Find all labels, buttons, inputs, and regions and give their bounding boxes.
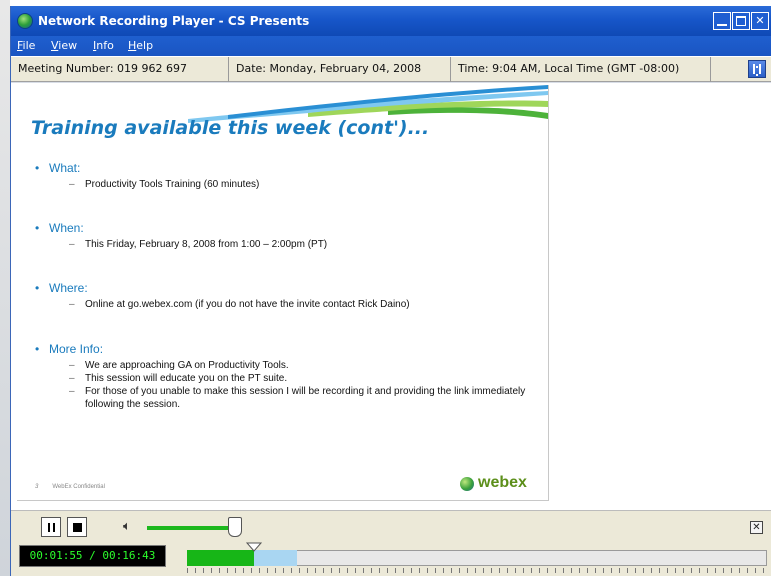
close-controls-button[interactable]: ✕ <box>750 521 763 534</box>
seek-bar-thumb[interactable] <box>246 542 262 552</box>
slide-section-what: • What: – Productivity Tools Training (60 … <box>35 161 260 190</box>
title-bar[interactable]: Network Recording Player - CS Presents ✕ <box>11 6 771 36</box>
time-display: 00:01:55 / 00:16:43 <box>19 545 166 567</box>
menu-info-label: nfo <box>96 39 114 52</box>
close-window-button[interactable]: ✕ <box>751 12 769 30</box>
menu-file[interactable]: File <box>17 39 35 52</box>
webex-logo-text: webex <box>478 474 527 491</box>
webex-globe-icon <box>460 477 474 491</box>
close-icon: ✕ <box>755 14 765 27</box>
menu-help-label: elp <box>136 39 154 52</box>
section-item: For those of you unable to make this ses… <box>85 386 526 410</box>
stop-icon <box>73 523 82 532</box>
minimize-button[interactable] <box>713 12 731 30</box>
volume-slider-thumb[interactable] <box>228 517 242 537</box>
bullet-icon: • <box>35 161 40 175</box>
player-window: Network Recording Player - CS Presents ✕… <box>10 6 771 576</box>
slide-page-number: 3 <box>35 484 39 490</box>
slide-section-more-info: • More Info: – We are approaching GA on Pr… <box>35 342 526 410</box>
slide-footer: 3 WebEx Confidential <box>35 484 105 490</box>
close-x-icon: ✕ <box>752 522 761 533</box>
menu-bar: File View Info Help <box>11 36 771 56</box>
menu-view[interactable]: View <box>51 39 77 52</box>
meeting-date: Date: Monday, February 04, 2008 <box>229 57 451 82</box>
pause-icon <box>48 523 55 532</box>
bullet-icon: • <box>35 342 40 356</box>
webex-app-icon <box>17 13 33 29</box>
section-item: We are approaching GA on Productivity To… <box>85 360 289 371</box>
section-heading: What: <box>49 161 81 175</box>
bullet-icon: • <box>35 221 40 235</box>
speaker-icon[interactable]: 🔈︎ <box>123 520 139 534</box>
content-area: Training available this week (cont')... … <box>11 83 771 510</box>
maximize-icon <box>736 16 746 26</box>
menu-help[interactable]: Help <box>128 39 153 52</box>
panel-list-icon <box>753 64 761 76</box>
bullet-icon: • <box>35 281 40 295</box>
desktop-background <box>0 0 10 576</box>
meeting-info-bar: Meeting Number: 019 962 697 Date: Monday… <box>11 56 771 82</box>
slide-title: Training available this week (cont')... <box>31 117 430 139</box>
section-item: Online at go.webex.com (if you do not ha… <box>85 299 410 310</box>
volume-slider-track[interactable] <box>147 526 235 530</box>
menu-info[interactable]: Info <box>93 39 114 52</box>
panels-toggle-button[interactable] <box>748 60 766 78</box>
slide-section-when: • When: – This Friday, February 8, 2008 fr… <box>35 221 328 250</box>
slide-footer-text: WebEx Confidential <box>52 484 105 490</box>
pause-button[interactable] <box>41 517 61 537</box>
menu-view-label: iew <box>58 39 78 52</box>
minimize-icon <box>717 24 727 26</box>
slide-section-where: • Where: – Online at go.webex.com (if you … <box>35 281 410 310</box>
presentation-slide: Training available this week (cont')... … <box>17 85 549 501</box>
section-item: This session will educate you on the PT … <box>85 373 288 384</box>
section-item: This Friday, February 8, 2008 from 1:00 … <box>85 239 328 250</box>
menu-file-label: ile <box>22 39 36 52</box>
webex-logo: webex <box>460 474 540 494</box>
timeline-bar: 00:01:55 / 00:16:43 <box>11 542 771 576</box>
section-item: Productivity Tools Training (60 minutes) <box>85 179 260 190</box>
section-heading: More Info: <box>49 342 104 356</box>
section-heading: When: <box>49 221 84 235</box>
meeting-number: Meeting Number: 019 962 697 <box>11 57 229 82</box>
section-heading: Where: <box>49 281 88 295</box>
seek-bar-ticks <box>187 568 767 573</box>
maximize-button[interactable] <box>732 12 750 30</box>
window-title: Network Recording Player - CS Presents <box>38 14 310 28</box>
stop-button[interactable] <box>67 517 87 537</box>
playback-controls: 🔈︎ ✕ <box>11 510 771 542</box>
meeting-time: Time: 9:04 AM, Local Time (GMT -08:00) <box>451 57 711 82</box>
seek-bar-progress <box>187 550 254 566</box>
